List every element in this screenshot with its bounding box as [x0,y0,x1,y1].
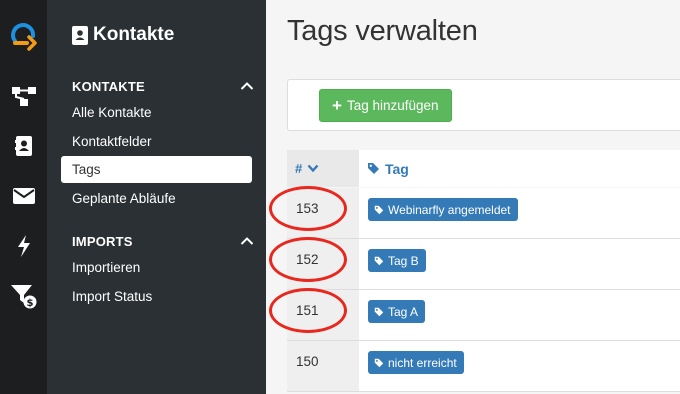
sidebar-title: Kontakte [72,24,174,46]
tag-icon [374,358,384,367]
svg-text:$: $ [26,298,33,309]
tag-icon [374,256,384,265]
tag-icon [374,307,384,316]
section-kontakte: KONTAKTE [72,79,145,94]
tag-badge-label: nicht erreicht [388,355,457,370]
add-tag-button-label: Tag hinzufügen [346,98,439,113]
tag-badge[interactable]: Tag A [368,300,426,323]
sidebar-item-alle-kontakte[interactable]: Alle Kontakte [61,99,252,126]
tag-badge-label: Tag A [388,304,419,319]
sort-desc-icon [307,164,319,173]
tag-id: 150 [287,341,359,391]
sidebar-item-tags[interactable]: Tags [61,156,252,183]
contacts-book-icon[interactable] [0,126,47,166]
toolbar: + Tag hinzufügen [287,79,680,131]
sidebar-item-geplante-ablaeufe[interactable]: Geplante Abläufe [61,185,252,212]
chevron-up-icon[interactable] [240,236,254,246]
tag-badge-label: Webinarfly angemeldet [388,202,511,217]
sidebar-item-kontaktfelder[interactable]: Kontaktfelder [61,128,252,155]
logo-icon[interactable] [0,16,47,56]
lightning-icon[interactable] [0,226,47,266]
column-header-id[interactable]: # [287,150,359,187]
sidebar-item-importieren[interactable]: Importieren [61,254,252,281]
column-header-tag[interactable]: Tag [359,150,680,187]
chevron-up-icon[interactable] [240,81,254,91]
tag-cell: Webinarfly angemeldet [359,188,680,238]
tag-badge[interactable]: nicht erreicht [368,351,464,374]
column-header-id-label: # [295,161,303,176]
highlight-ring [269,288,347,333]
tag-icon [368,163,379,174]
contacts-book-icon [72,25,88,45]
tag-cell: Tag B [359,239,680,289]
highlight-ring [269,237,347,282]
highlight-ring [269,186,347,231]
flow-icon[interactable] [0,76,47,116]
funnel-dollar-icon[interactable]: $ [0,276,47,316]
page-title: Tags verwalten [287,15,478,47]
tag-badge[interactable]: Tag B [368,249,426,272]
tag-icon [374,205,384,214]
section-imports: IMPORTS [72,234,133,249]
column-header-tag-label: Tag [385,161,409,177]
tag-badge[interactable]: Webinarfly angemeldet [368,198,518,221]
tag-cell: nicht erreicht [359,341,680,391]
sidebar: Kontakte KONTAKTE Alle Kontakte Kontaktf… [47,0,266,394]
table-row[interactable]: 150 nicht erreicht [287,341,680,392]
table-header: # Tag [287,150,680,187]
tag-badge-label: Tag B [388,253,419,268]
tag-cell: Tag A [359,290,680,340]
envelope-icon[interactable] [0,176,47,216]
sidebar-item-import-status[interactable]: Import Status [61,283,252,310]
plus-icon: + [332,96,342,115]
sidebar-title-label: Kontakte [93,24,175,45]
add-tag-button[interactable]: + Tag hinzufügen [319,89,452,122]
icon-rail: $ [0,0,47,394]
